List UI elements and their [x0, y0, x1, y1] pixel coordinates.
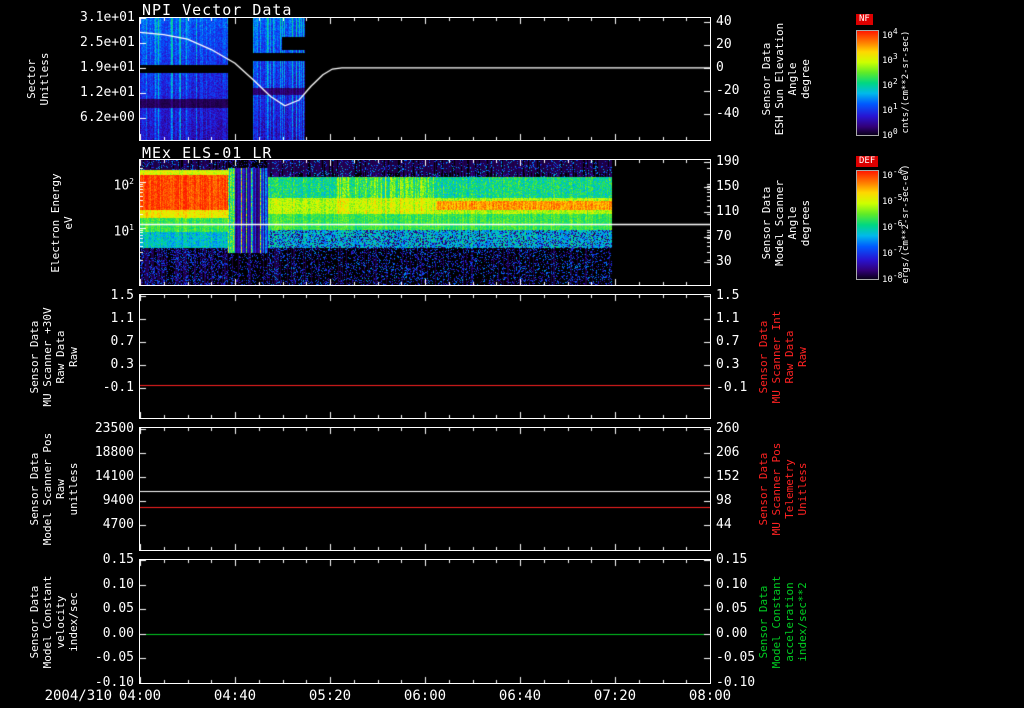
colorbar-tick-label: 10-6: [882, 219, 903, 233]
x-tick-label: 04:00: [118, 688, 162, 704]
y-tick-label: -0.05: [94, 650, 134, 666]
y-tick-label: 0.10: [102, 576, 134, 592]
colorbar-tick-label: 102: [882, 77, 898, 91]
colorbar-def-gradient: [856, 170, 879, 280]
y-tick-label: 1.5: [716, 287, 740, 303]
y-tick-label: 1.9e+01: [80, 60, 135, 76]
mu-scanner-int-canvas: [140, 295, 710, 418]
y-tick-label: 1.2e+01: [80, 85, 135, 101]
y-tick-label: 0.00: [102, 625, 134, 641]
y-tick-label: 23500: [94, 421, 134, 437]
y-tick-label: 0.3: [110, 356, 134, 372]
x-tick-label: 05:20: [308, 688, 352, 704]
panel-mu-scanner-int: [139, 294, 711, 419]
npi-spectrogram-canvas: [140, 18, 710, 140]
y-tick-label: 0.7: [716, 333, 740, 349]
x-tick-label: 07:20: [593, 688, 637, 704]
y-tick-label: 30: [716, 254, 732, 269]
colorbar-tick-label: 10-5: [882, 193, 903, 208]
panel-scanner-pos: [139, 427, 711, 551]
y-tick-label: 20: [716, 36, 732, 52]
y-tick-label: 44: [716, 517, 732, 533]
y-tick-label: -0.1: [716, 379, 748, 395]
y-tick-label: 9400: [102, 493, 134, 509]
panel1-left-axis-label: Sector Unitless: [25, 52, 51, 106]
x-tick-label: 06:40: [498, 688, 542, 704]
y-tick-label: 0.15: [716, 552, 748, 567]
y-tick-label: 0.10: [716, 576, 748, 592]
scanner-pos-canvas: [140, 428, 710, 550]
y-tick-label: 102: [113, 177, 134, 194]
colorbar-nf-tag: NF: [856, 14, 873, 25]
colorbar-tick-label: 10-8: [882, 270, 903, 285]
colorbar-tick-label: 103: [882, 52, 898, 67]
y-tick-label: -40: [716, 105, 740, 121]
x-tick-label: 06:00: [403, 688, 447, 704]
x-tick-label: 08:00: [688, 688, 732, 704]
y-tick-label: 14100: [94, 469, 134, 485]
y-tick-label: 0.7: [110, 333, 134, 349]
x-tick-label: 04:40: [213, 688, 257, 704]
y-tick-label: 0.3: [716, 356, 740, 372]
colorbar-tick-label: 10-4: [882, 167, 903, 182]
cdaweb-plot-screen: NPI Vector Data MEx ELS-01 LR Sector Uni…: [0, 0, 1024, 708]
y-tick-label: -0.05: [716, 650, 756, 666]
y-tick-label: 152: [716, 469, 740, 485]
y-tick-label: 101: [113, 223, 134, 240]
y-tick-label: 0: [716, 59, 724, 75]
y-tick-label: 260: [716, 421, 740, 437]
y-tick-label: 110: [716, 204, 740, 219]
panel4-left-axis-label: Sensor Data Model Scanner Pos Raw unitle…: [28, 432, 80, 546]
y-tick-label: 1.5: [110, 287, 134, 303]
colorbar-tick-label: 104: [882, 27, 898, 42]
colorbar-nf-gradient: [856, 30, 879, 136]
y-tick-label: 206: [716, 445, 740, 461]
y-tick-label: 6.2e+00: [80, 110, 135, 126]
y-tick-label: 4700: [102, 517, 134, 533]
y-tick-label: 1.1: [110, 310, 134, 326]
y-tick-label: 0.05: [716, 601, 748, 617]
els-spectrogram-canvas: [140, 160, 710, 285]
y-tick-label: 150: [716, 179, 740, 194]
y-tick-label: 3.1e+01: [80, 10, 135, 25]
colorbar-tick-label: 100: [882, 126, 898, 141]
y-tick-label: 0.00: [716, 625, 748, 641]
y-tick-label: 0.15: [102, 552, 134, 567]
panel5-left-axis-label: Sensor Data Model Constant velocity inde…: [28, 575, 80, 668]
y-tick-label: 0.05: [102, 601, 134, 617]
panel3-left-axis-label: Sensor Data MU Scanner +30V Raw Data Raw: [28, 306, 80, 407]
colorbar-def-tag: DEF: [856, 156, 879, 167]
panel2-left-axis-label: Electron Energy eV: [49, 172, 75, 273]
y-tick-label: 1.1: [716, 310, 740, 326]
panel-npi-sector-spectrogram: [139, 17, 711, 141]
colorbar-tick-label: 10-7: [882, 244, 903, 259]
y-tick-label: -20: [716, 82, 740, 98]
y-tick-label: 70: [716, 229, 732, 244]
y-tick-label: 40: [716, 14, 732, 30]
panel-model-constant: [139, 559, 711, 684]
y-tick-label: 2.5e+01: [80, 35, 135, 50]
y-tick-label: 98: [716, 493, 732, 509]
y-tick-label: 18800: [94, 445, 134, 461]
y-tick-label: -0.1: [102, 379, 134, 395]
model-constant-canvas: [140, 560, 710, 683]
panel-els-energy-spectrogram: [139, 159, 711, 286]
colorbar-tick-label: 101: [882, 101, 898, 116]
y-tick-label: 190: [716, 154, 740, 169]
